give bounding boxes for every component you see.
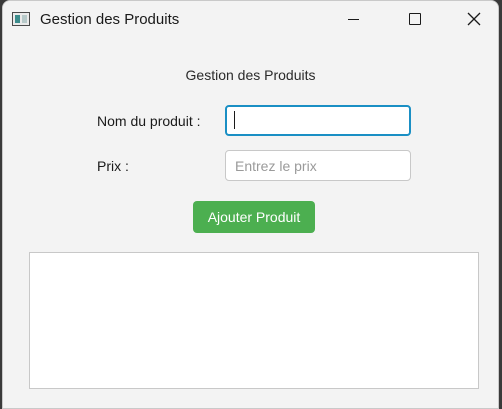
price-label: Prix : (97, 158, 129, 174)
maximize-icon (409, 13, 421, 25)
product-name-label: Nom du produit : (97, 113, 201, 129)
close-icon (467, 12, 481, 26)
text-caret (234, 111, 235, 129)
minimize-icon (347, 18, 359, 20)
app-icon (12, 12, 30, 26)
product-name-input[interactable] (225, 105, 411, 136)
price-input[interactable] (225, 150, 411, 181)
app-window: Gestion des Produits Gestion des Produit… (2, 0, 499, 409)
minimize-button[interactable] (330, 1, 376, 37)
product-list[interactable] (29, 252, 479, 389)
add-product-button[interactable]: Ajouter Produit (193, 201, 315, 233)
close-button[interactable] (451, 1, 497, 37)
title-bar[interactable]: Gestion des Produits (3, 1, 498, 39)
window-title: Gestion des Produits (40, 11, 180, 28)
maximize-button[interactable] (392, 1, 438, 37)
form-heading: Gestion des Produits (185, 67, 316, 83)
